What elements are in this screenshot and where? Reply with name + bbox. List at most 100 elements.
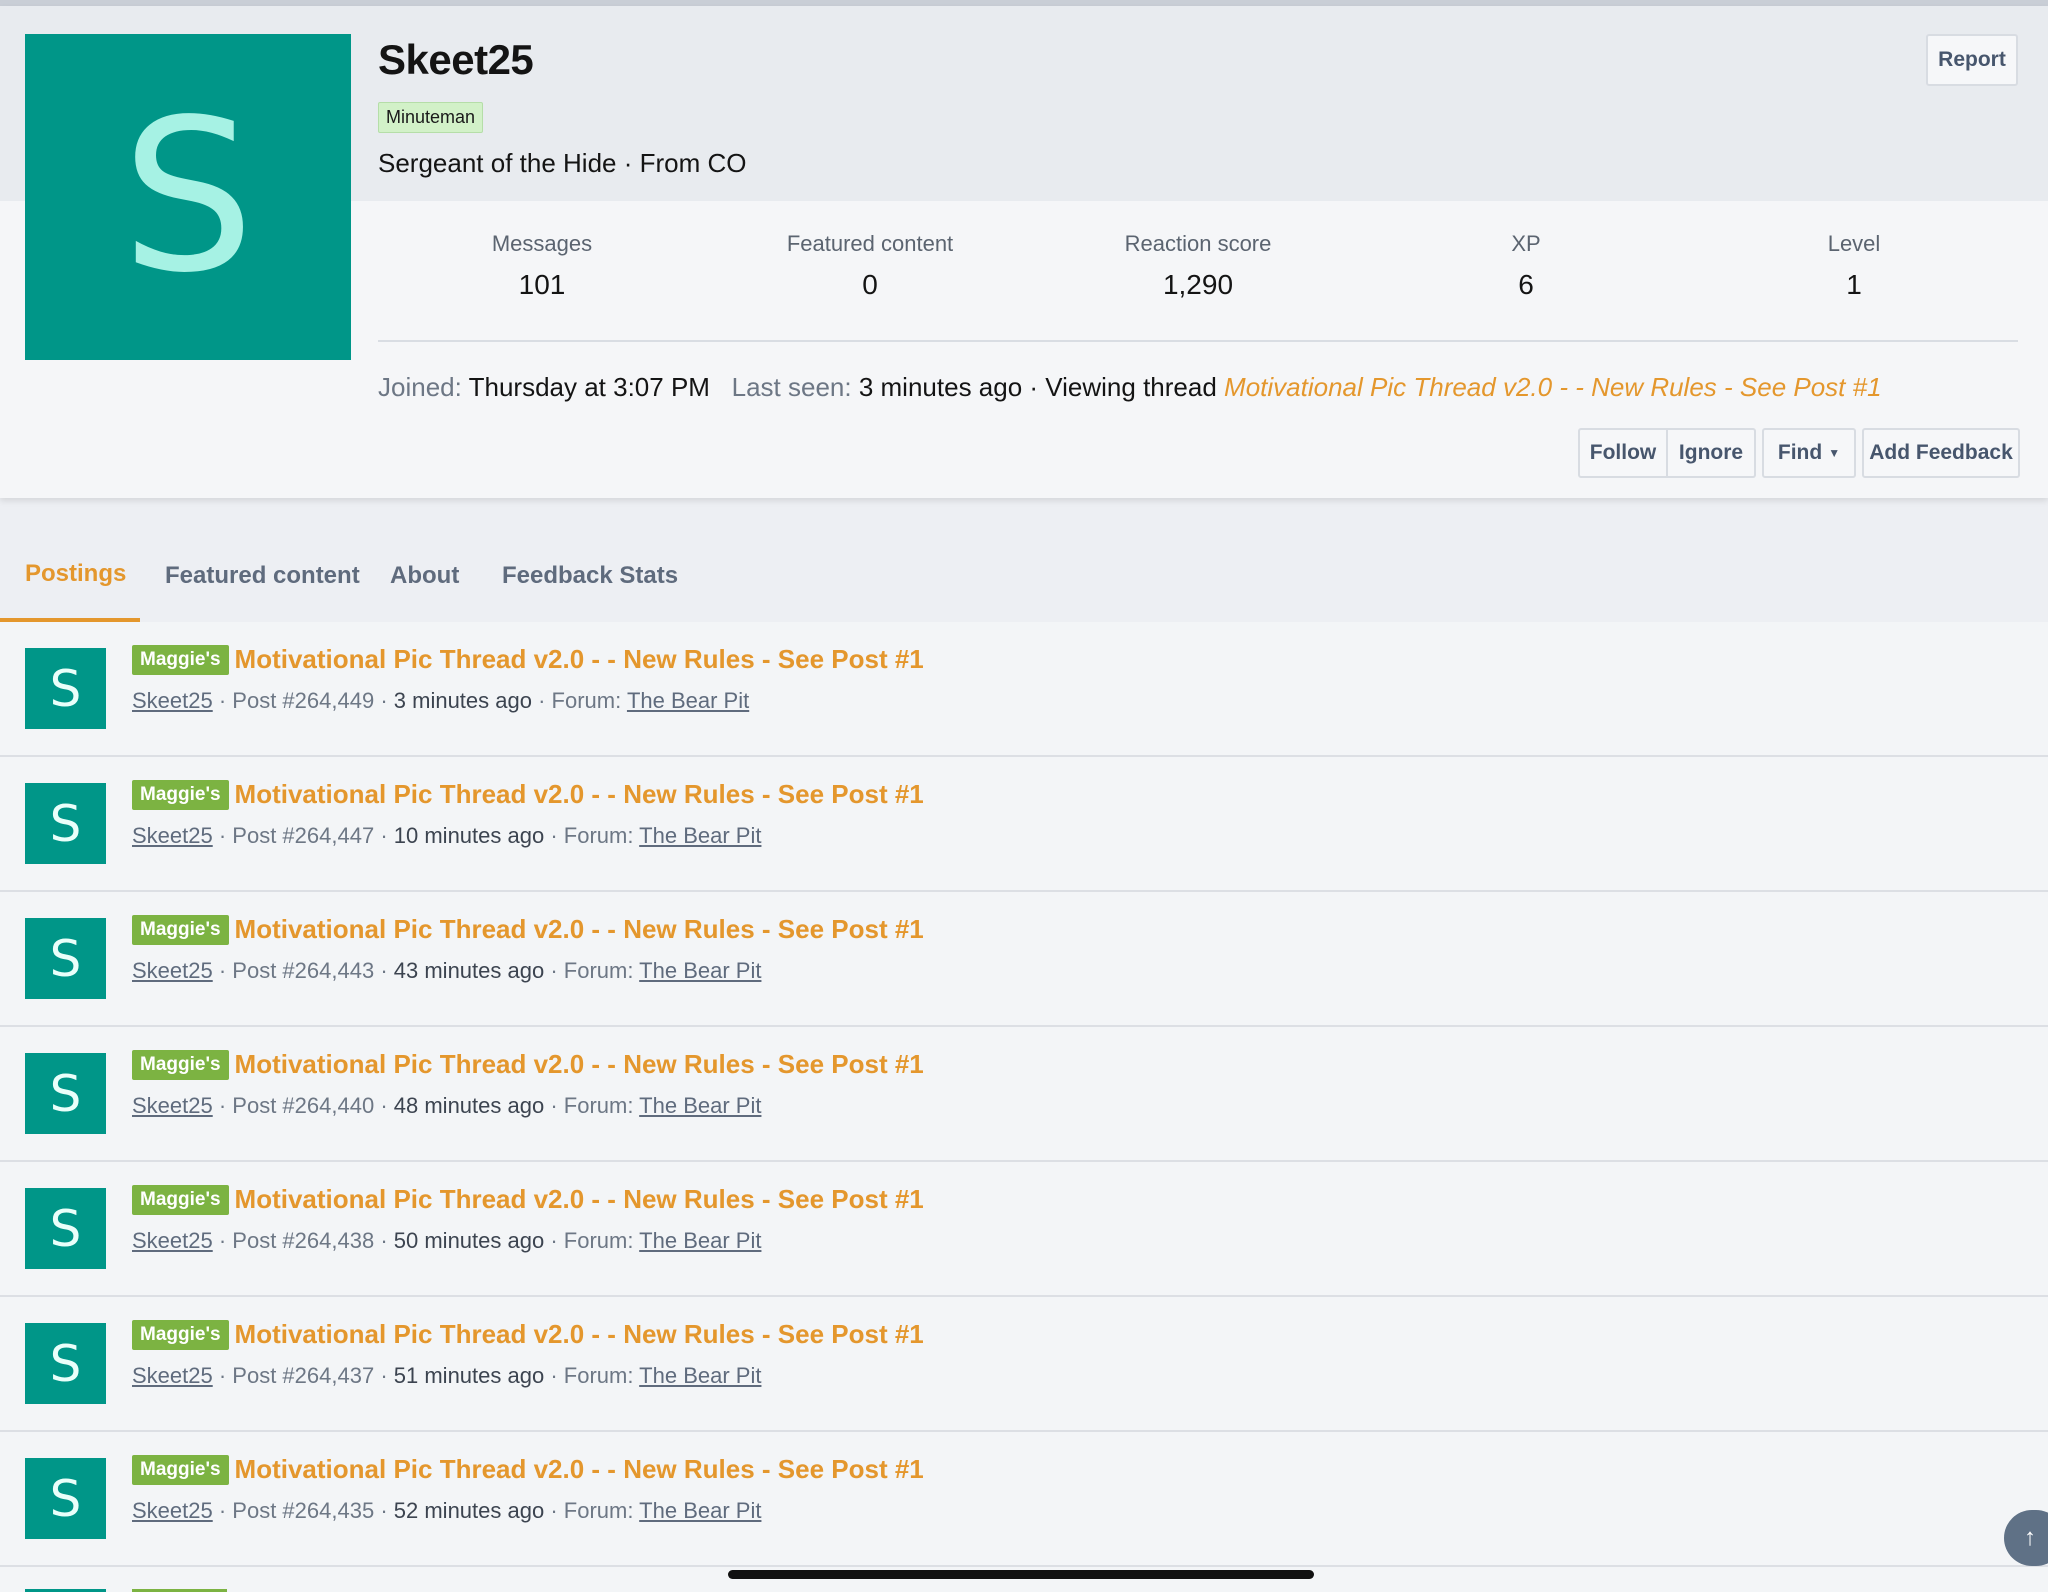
find-button[interactable]: Find ▼ (1762, 428, 1856, 478)
user-title: Sergeant of the Hide · From CO (378, 148, 747, 178)
forum-label: Forum: (563, 1498, 634, 1523)
post-meta: Skeet25 · Post #264,437 · 51 minutes ago… (132, 1363, 762, 1388)
forum-link[interactable]: The Bear Pit (639, 958, 761, 983)
add-feedback-button[interactable]: Add Feedback (1862, 428, 2020, 478)
list-item: S Maggie's Motivational Pic Thread v2.0 … (0, 1297, 2048, 1432)
forum-link[interactable]: The Bear Pit (639, 1498, 761, 1523)
thread-title-link[interactable]: Motivational Pic Thread v2.0 - - New Rul… (235, 779, 924, 810)
arrow-up-icon: ↑ (2024, 1524, 2036, 1551)
thread-title-link[interactable]: Motivational Pic Thread v2.0 - - New Rul… (235, 1319, 924, 1350)
avatar[interactable]: S (25, 1188, 106, 1269)
post-title-line: Maggie's Motivational Pic Thread v2.0 - … (132, 644, 924, 675)
stat-label: Reaction score (1124, 231, 1272, 256)
stat-label: XP (1511, 231, 1541, 256)
post-number[interactable]: Post #264,438 (232, 1228, 374, 1253)
forum-label: Forum: (563, 1093, 634, 1118)
post-number[interactable]: Post #264,443 (232, 958, 374, 983)
tab-featured-content[interactable]: Featured content (140, 530, 385, 622)
author-link[interactable]: Skeet25 (132, 1093, 213, 1118)
thread-prefix-badge[interactable]: Maggie's (132, 644, 229, 675)
stat-value: 101 (518, 269, 566, 300)
tab-feedback-stats[interactable]: Feedback Stats (477, 530, 703, 622)
author-link[interactable]: Skeet25 (132, 688, 213, 713)
list-item: S Maggie's Motivational Pic Thread v2.0 … (0, 622, 2048, 757)
last-seen-label: Last seen: (731, 372, 852, 402)
post-number[interactable]: Post #264,437 (232, 1363, 374, 1388)
avatar[interactable]: S (25, 1323, 106, 1404)
author-link[interactable]: Skeet25 (132, 958, 213, 983)
thread-title-link[interactable]: Motivational Pic Thread v2.0 - - New Rul… (235, 1049, 924, 1080)
list-item: S Maggie's Motivational Pic Thread v2.0 … (0, 892, 2048, 1027)
post-meta: Skeet25 · Post #264,435 · 52 minutes ago… (132, 1498, 762, 1523)
post-time: 52 minutes ago (393, 1498, 545, 1523)
post-title-line: Maggie's Motivational Pic Thread v2.0 - … (132, 1049, 924, 1080)
post-meta: Skeet25 · Post #264,449 · 3 minutes ago … (132, 688, 750, 713)
post-number[interactable]: Post #264,440 (232, 1093, 374, 1118)
stat-value: 6 (1518, 269, 1534, 300)
avatar[interactable]: S (25, 1458, 106, 1539)
forum-label: Forum: (563, 958, 634, 983)
avatar-letter: S (49, 1469, 82, 1528)
report-button[interactable]: Report (1926, 34, 2018, 86)
post-title-line: Maggie's Motivational Pic Thread v2.0 - … (132, 914, 924, 945)
avatar-letter: S (49, 794, 82, 853)
thread-title-link[interactable]: Motivational Pic Thread v2.0 - - New Rul… (235, 1184, 924, 1215)
stat-featured-content[interactable]: Featured content 0 (706, 231, 1034, 341)
post-time: 51 minutes ago (393, 1363, 545, 1388)
thread-title-link[interactable]: Motivational Pic Thread v2.0 - - New Rul… (235, 644, 924, 675)
joined-info: Joined: Thursday at 3:07 PM Last seen: 3… (378, 372, 1882, 403)
author-link[interactable]: Skeet25 (132, 1228, 213, 1253)
author-link[interactable]: Skeet25 (132, 823, 213, 848)
rank-badge: Minuteman (378, 102, 484, 133)
thread-prefix-badge[interactable]: Maggie's (132, 914, 229, 945)
avatar-letter: S (121, 74, 255, 319)
post-meta: Skeet25 · Post #264,438 · 50 minutes ago… (132, 1228, 762, 1253)
stat-reaction-score[interactable]: Reaction score 1,290 (1034, 231, 1362, 341)
stat-messages[interactable]: Messages 101 (378, 231, 706, 341)
forum-link[interactable]: The Bear Pit (639, 1093, 761, 1118)
thread-title-link[interactable]: Motivational Pic Thread v2.0 - - New Rul… (235, 914, 924, 945)
avatar[interactable]: S (25, 1053, 106, 1134)
forum-link[interactable]: The Bear Pit (639, 823, 761, 848)
thread-prefix-badge[interactable]: Maggie's (132, 1049, 229, 1080)
forum-link[interactable]: The Bear Pit (639, 1363, 761, 1388)
avatar[interactable]: S (25, 918, 106, 999)
post-number[interactable]: Post #264,449 (232, 688, 374, 713)
viewing-thread-link[interactable]: Motivational Pic Thread v2.0 - - New Rul… (1224, 372, 1882, 402)
follow-button[interactable]: Follow (1578, 428, 1668, 478)
joined-label: Joined: (378, 372, 462, 402)
post-number[interactable]: Post #264,435 (232, 1498, 374, 1523)
list-item: S Maggie's Motivational Pic Thread v2.0 … (0, 1027, 2048, 1162)
profile-tabs: Postings Featured content About Feedback… (0, 530, 2048, 622)
tab-about[interactable]: About (365, 530, 484, 622)
member-header: S Skeet25 Minuteman Sergeant of the Hide… (0, 6, 2048, 498)
avatar[interactable]: S (25, 648, 106, 729)
post-time: 48 minutes ago (393, 1093, 545, 1118)
post-meta: Skeet25 · Post #264,447 · 10 minutes ago… (132, 823, 762, 848)
thread-prefix-badge[interactable]: Maggie's (132, 1184, 229, 1215)
author-link[interactable]: Skeet25 (132, 1363, 213, 1388)
author-link[interactable]: Skeet25 (132, 1498, 213, 1523)
post-time: 10 minutes ago (393, 823, 545, 848)
forum-link[interactable]: The Bear Pit (627, 688, 749, 713)
avatar-letter: S (49, 659, 82, 718)
ignore-button[interactable]: Ignore (1668, 428, 1756, 478)
post-meta: Skeet25 · Post #264,440 · 48 minutes ago… (132, 1093, 762, 1118)
forum-label: Forum: (551, 688, 622, 713)
thread-prefix-badge[interactable]: Maggie's (132, 779, 229, 810)
thread-prefix-badge[interactable]: Maggie's (132, 1319, 229, 1350)
avatar-letter: S (49, 1199, 82, 1258)
avatar[interactable]: S (25, 783, 106, 864)
thread-prefix-badge[interactable]: Maggie's (132, 1454, 229, 1485)
avatar[interactable]: S (25, 34, 351, 360)
post-number[interactable]: Post #264,447 (232, 823, 374, 848)
avatar-letter: S (49, 1064, 82, 1123)
forum-link[interactable]: The Bear Pit (639, 1228, 761, 1253)
post-title-line: Maggie's Motivational Pic Thread v2.0 - … (132, 1454, 924, 1485)
avatar-letter: S (49, 929, 82, 988)
list-item: S Maggie's Motivational Pic Thread v2.0 … (0, 757, 2048, 892)
thread-title-link[interactable]: Motivational Pic Thread v2.0 - - New Rul… (235, 1454, 924, 1485)
tab-postings[interactable]: Postings (0, 530, 140, 622)
post-title-line: Maggie's Motivational Pic Thread v2.0 - … (132, 779, 924, 810)
stat-label: Featured content (786, 231, 954, 256)
